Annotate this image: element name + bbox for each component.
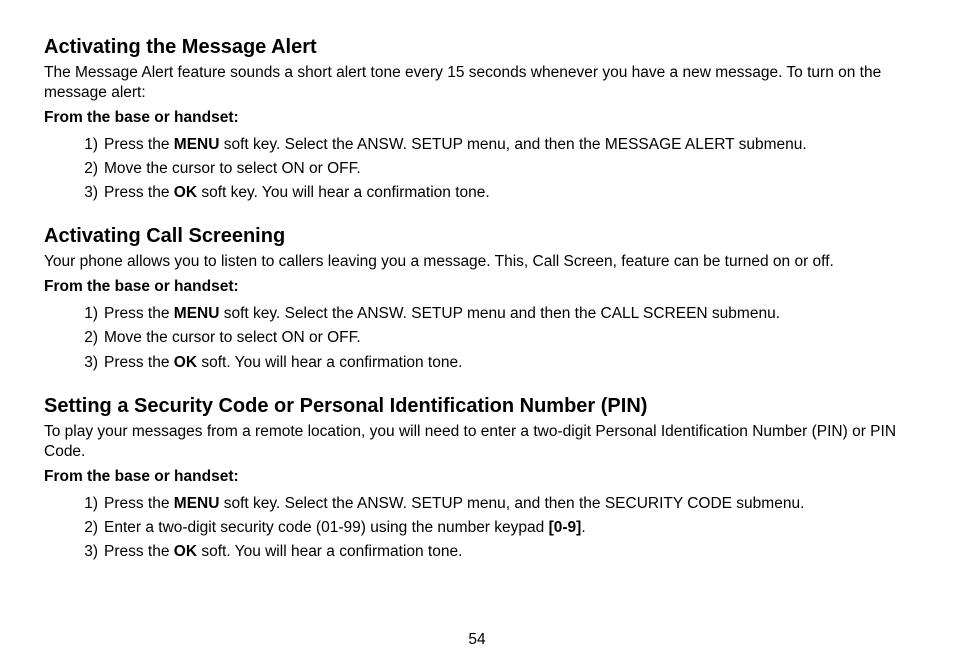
- list-item: 1) Press the MENU soft key. Select the AN…: [76, 133, 910, 157]
- steps-list: 1) Press the MENU soft key. Select the AN…: [44, 302, 910, 374]
- list-item: 1) Press the MENU soft key. Select the AN…: [76, 492, 910, 516]
- step-text-pre: Move the cursor to select ON or OFF.: [104, 160, 361, 177]
- step-text-pre: Press the: [104, 354, 174, 371]
- step-text-pre: Press the: [104, 136, 174, 153]
- page-number: 54: [0, 631, 954, 649]
- list-item: 2) Move the cursor to select ON or OFF.: [76, 326, 910, 350]
- intro-text: To play your messages from a remote loca…: [44, 422, 910, 462]
- section-message-alert: Activating the Message Alert The Message…: [44, 36, 910, 205]
- intro-text: The Message Alert feature sounds a short…: [44, 63, 910, 103]
- step-text-pre: Press the: [104, 184, 174, 201]
- step-number: 2): [76, 326, 98, 350]
- step-text-bold: OK: [174, 184, 197, 201]
- list-item: 3) Press the OK soft key. You will hear a…: [76, 181, 910, 205]
- steps-list: 1) Press the MENU soft key. Select the AN…: [44, 492, 910, 564]
- step-text-bold: OK: [174, 543, 197, 560]
- step-number: 1): [76, 133, 98, 157]
- step-text-pre: Press the: [104, 305, 174, 322]
- list-item: 1) Press the MENU soft key. Select the AN…: [76, 302, 910, 326]
- step-number: 3): [76, 540, 98, 564]
- step-text-pre: Press the: [104, 543, 174, 560]
- step-text-post: soft key. You will hear a confirmation t…: [197, 184, 490, 201]
- subheading: From the base or handset:: [44, 278, 910, 296]
- list-item: 2) Move the cursor to select ON or OFF.: [76, 157, 910, 181]
- section-security-code: Setting a Security Code or Personal Iden…: [44, 395, 910, 564]
- step-number: 1): [76, 492, 98, 516]
- step-number: 2): [76, 516, 98, 540]
- step-text-pre: Move the cursor to select ON or OFF.: [104, 329, 361, 346]
- step-number: 3): [76, 351, 98, 375]
- step-text-post: soft. You will hear a confirmation tone.: [197, 543, 462, 560]
- heading: Setting a Security Code or Personal Iden…: [44, 395, 910, 418]
- step-number: 2): [76, 157, 98, 181]
- step-text-post: soft. You will hear a confirmation tone.: [197, 354, 462, 371]
- step-text-bold: MENU: [174, 495, 220, 512]
- list-item: 2) Enter a two-digit security code (01-99…: [76, 516, 910, 540]
- list-item: 3) Press the OK soft. You will hear a con…: [76, 351, 910, 375]
- list-item: 3) Press the OK soft. You will hear a con…: [76, 540, 910, 564]
- section-call-screening: Activating Call Screening Your phone all…: [44, 225, 910, 374]
- step-text-post: .: [581, 519, 585, 536]
- step-text-bold: OK: [174, 354, 197, 371]
- step-text-bold: [0-9]: [549, 519, 582, 536]
- heading: Activating the Message Alert: [44, 36, 910, 59]
- step-text-bold: MENU: [174, 305, 220, 322]
- subheading: From the base or handset:: [44, 468, 910, 486]
- step-text-bold: MENU: [174, 136, 220, 153]
- step-text-post: soft key. Select the ANSW. SETUP menu, a…: [219, 136, 806, 153]
- step-number: 3): [76, 181, 98, 205]
- subheading: From the base or handset:: [44, 109, 910, 127]
- steps-list: 1) Press the MENU soft key. Select the AN…: [44, 133, 910, 205]
- step-text-post: soft key. Select the ANSW. SETUP menu, a…: [219, 495, 804, 512]
- intro-text: Your phone allows you to listen to calle…: [44, 252, 910, 272]
- step-number: 1): [76, 302, 98, 326]
- heading: Activating Call Screening: [44, 225, 910, 248]
- step-text-pre: Enter a two-digit security code (01-99) …: [104, 519, 549, 536]
- step-text-pre: Press the: [104, 495, 174, 512]
- step-text-post: soft key. Select the ANSW. SETUP menu an…: [219, 305, 780, 322]
